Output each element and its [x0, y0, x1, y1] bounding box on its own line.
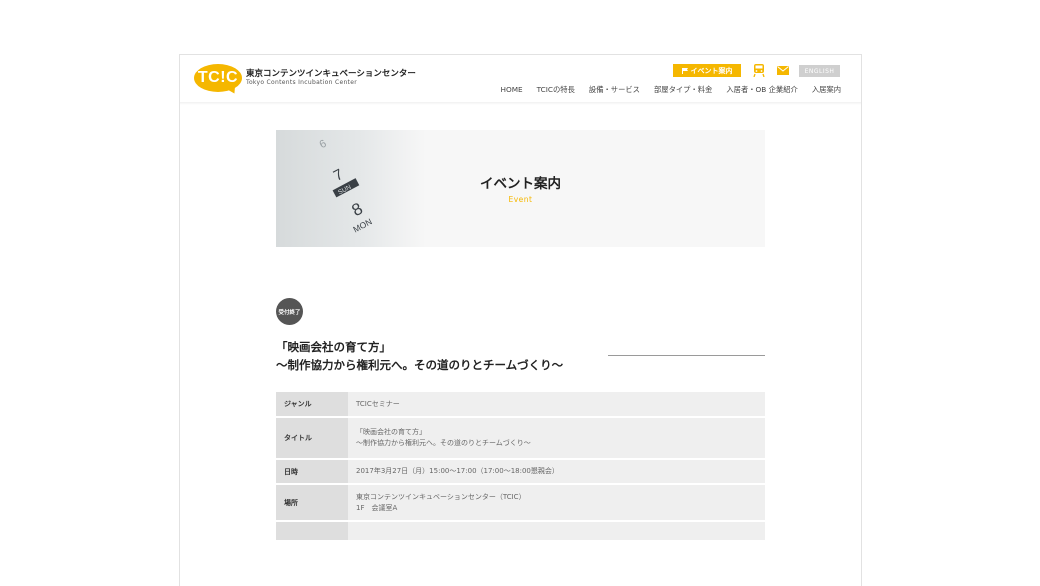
nav-tenants[interactable]: 入居者・OB 企業紹介 [726, 85, 797, 95]
event-info-label: イベント案内 [690, 66, 733, 75]
row-value: 2017年3月27日（月）15:00〜17:00（17:00〜18:00懇親会） [348, 459, 765, 485]
nav-move-in[interactable]: 入居案内 [812, 85, 841, 95]
page-frame: TC!C 東京コンテンツインキュベーションセンター Tokyo Contents… [179, 54, 862, 586]
table-row [276, 521, 765, 542]
row-value-line1: 東京コンテンツインキュベーションセンター（TCIC） [356, 492, 526, 501]
site-header: TC!C 東京コンテンツインキュベーションセンター Tokyo Contents… [180, 55, 861, 103]
row-value-line1: 2017年3月27日（月）15:00〜17:00（17:00〜18:00懇親会） [356, 467, 559, 475]
svg-text:6: 6 [317, 138, 328, 151]
event-info-button[interactable]: イベント案内 [673, 64, 741, 77]
row-value-line1: 「映画会社の育て方」 [356, 428, 426, 436]
page-title: イベント案内 [480, 176, 561, 192]
english-button[interactable]: ENGLISH [799, 65, 840, 77]
row-label: 日時 [276, 459, 348, 485]
row-label [276, 521, 348, 542]
svg-text:MON: MON [351, 216, 373, 234]
row-value-line2: 〜制作協力から権利元へ。その道のりとチームづくり〜 [356, 439, 531, 447]
nav-facilities[interactable]: 設備・サービス [589, 85, 640, 95]
event-title-line2: 〜制作協力から権利元へ。その道のりとチームづくり〜 [276, 358, 564, 372]
row-value [348, 521, 765, 542]
logo-text: TC!C [197, 69, 239, 86]
event-title: 「映画会社の育て方」 〜制作協力から権利元へ。その道のりとチームづくり〜 [276, 338, 563, 374]
event-title-line1: 「映画会社の育て方」 [276, 340, 391, 354]
table-row: ジャンル TCICセミナー [276, 392, 765, 418]
site-name-en: Tokyo Contents Incubation Center [246, 79, 357, 86]
row-value-line2: 1F 会議室A [356, 503, 398, 512]
nav-home[interactable]: HOME [501, 85, 523, 95]
page-hero: 6 7 SUN 8 MON イベント案内 Event [276, 130, 765, 247]
row-value-line1: TCICセミナー [356, 399, 400, 408]
flag-icon [681, 67, 688, 74]
row-label: タイトル [276, 417, 348, 460]
train-icon[interactable] [753, 64, 765, 77]
row-label: ジャンル [276, 392, 348, 418]
page-subtitle: Event [508, 195, 533, 204]
title-divider [608, 355, 765, 356]
header-shadow [180, 102, 861, 105]
table-row: タイトル 「映画会社の育て方」 〜制作協力から権利元へ。その道のりとチームづくり… [276, 417, 765, 460]
row-value: 「映画会社の育て方」 〜制作協力から権利元へ。その道のりとチームづくり〜 [348, 417, 765, 460]
global-nav: HOME TCICの特長 設備・サービス 部屋タイプ・料金 入居者・OB 企業紹… [501, 85, 842, 95]
site-logo[interactable]: TC!C [194, 64, 242, 92]
row-value: TCICセミナー [348, 392, 765, 418]
row-label: 場所 [276, 484, 348, 522]
row-value: 東京コンテンツインキュベーションセンター（TCIC） 1F 会議室A [348, 484, 765, 522]
event-info-table: ジャンル TCICセミナー タイトル 「映画会社の育て方」 〜制作協力から権利元… [276, 392, 765, 542]
nav-features[interactable]: TCICの特長 [537, 85, 575, 95]
nav-room-types[interactable]: 部屋タイプ・料金 [654, 85, 712, 95]
table-row: 日時 2017年3月27日（月）15:00〜17:00（17:00〜18:00懇… [276, 459, 765, 485]
site-name-jp: 東京コンテンツインキュベーションセンター [246, 69, 416, 79]
table-row: 場所 東京コンテンツインキュベーションセンター（TCIC） 1F 会議室A [276, 484, 765, 522]
status-badge: 受付終了 [276, 298, 303, 325]
mail-icon[interactable] [777, 66, 789, 75]
